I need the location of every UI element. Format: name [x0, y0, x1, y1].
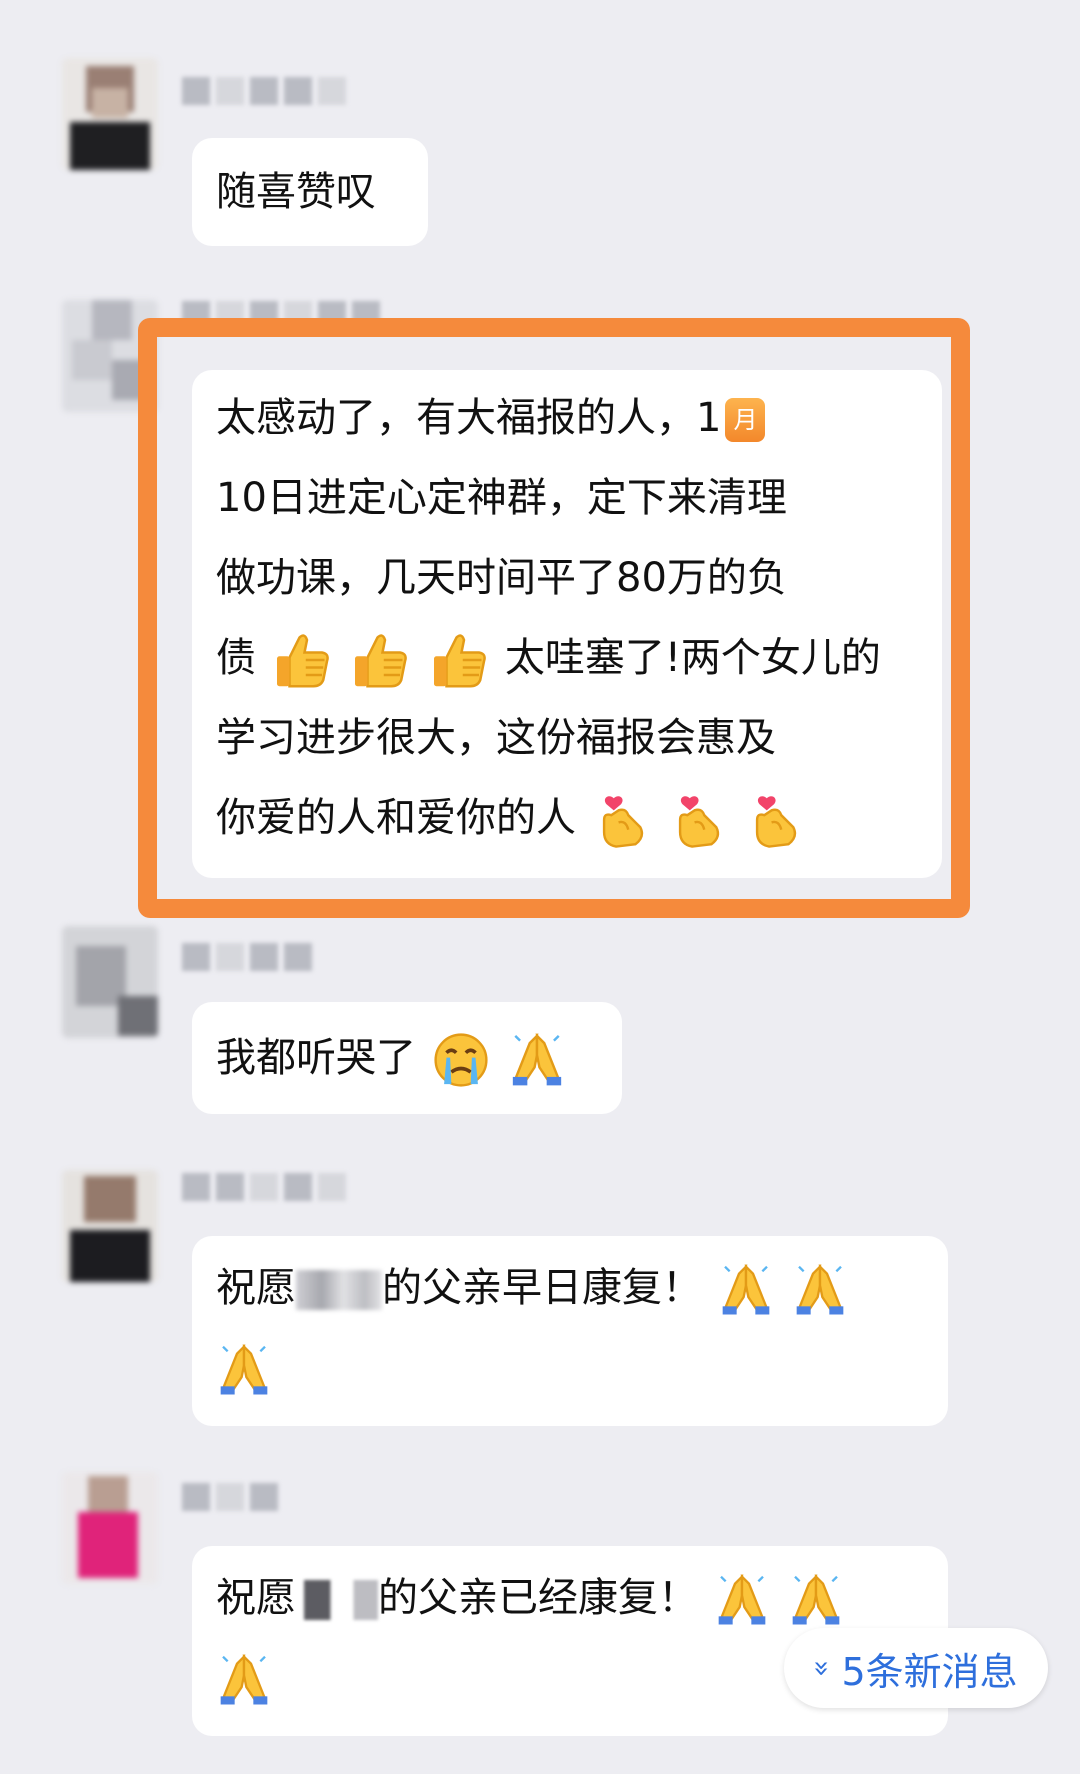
sender-name — [182, 1170, 346, 1204]
avatar[interactable] — [62, 1472, 158, 1584]
folded-hands-icon — [216, 1342, 272, 1398]
crying-face-icon — [432, 1031, 490, 1089]
sender-name — [182, 940, 312, 974]
message-text: 我都听哭了 — [216, 1035, 416, 1081]
folded-hands-icon — [788, 1572, 844, 1628]
message-text: 祝愿 — [216, 1265, 296, 1311]
sender-name — [182, 1480, 278, 1514]
message-bubble[interactable]: 随喜赞叹 — [192, 138, 428, 246]
redacted-name — [296, 1580, 378, 1620]
sender-name — [182, 74, 346, 108]
message-bubble[interactable]: 我都听哭了 — [192, 1002, 622, 1114]
redacted-name — [296, 1270, 382, 1310]
folded-hands-icon — [714, 1572, 770, 1628]
avatar[interactable] — [62, 58, 158, 170]
avatar[interactable] — [62, 1170, 158, 1282]
message-text: 的父亲已经康复！ — [378, 1575, 698, 1621]
folded-hands-icon — [718, 1262, 774, 1318]
highlight-frame — [138, 318, 970, 918]
chevron-down-icon: » — [806, 1659, 840, 1677]
message-bubble[interactable]: 祝愿 的父亲早日康复！ — [192, 1236, 948, 1426]
folded-hands-icon — [216, 1652, 272, 1708]
message-text: 的父亲早日康复！ — [382, 1265, 702, 1311]
folded-hands-icon — [792, 1262, 848, 1318]
avatar[interactable] — [62, 926, 158, 1038]
new-messages-label: 5条新消息 — [841, 1649, 1018, 1694]
new-messages-button[interactable]: » 5条新消息 — [784, 1628, 1048, 1708]
folded-hands-icon — [508, 1031, 566, 1089]
message-text: 祝愿 — [216, 1575, 296, 1621]
message-text: 随喜赞叹 — [216, 169, 376, 215]
